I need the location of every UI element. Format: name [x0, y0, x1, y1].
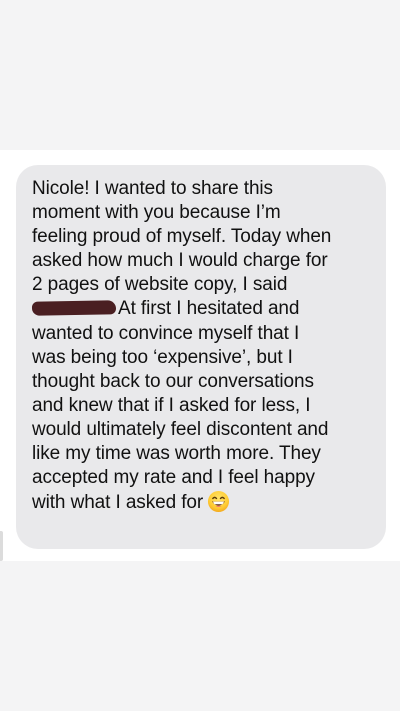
redacted-amount-mark — [31, 300, 117, 317]
message-line: asked how much I would charge for — [32, 250, 328, 272]
message-screen: Nicole! I wanted to share this moment wi… — [0, 150, 400, 561]
received-message-bubble[interactable]: Nicole! I wanted to share this moment wi… — [16, 165, 386, 549]
message-line: At first I hesitated and — [118, 298, 300, 320]
screen-edge-indicator — [0, 531, 3, 561]
message-line: 2 pages of website copy, I said — [32, 274, 288, 296]
message-line: like my time was worth more. They — [32, 443, 321, 465]
message-text: Nicole! I wanted to share this moment wi… — [31, 177, 368, 515]
message-line: wanted to convince myself that I — [32, 322, 300, 344]
message-line: moment with you because I’m — [32, 202, 281, 224]
message-line: feeling proud of myself. Today when — [32, 226, 332, 248]
grinning-face-icon — [207, 490, 230, 513]
message-line: would ultimately feel discontent and — [32, 418, 329, 440]
message-line: with what I asked for — [32, 492, 204, 514]
message-line: was being too ‘expensive’, but I — [32, 346, 293, 368]
message-line: thought back to our conversations — [32, 370, 314, 392]
message-line: Nicole! I wanted to share this — [32, 178, 273, 199]
message-line-with-redaction: At first I hesitated and — [31, 297, 368, 321]
message-line-with-emoji: with what I asked for — [32, 490, 368, 515]
message-line: accepted my rate and I feel happy — [32, 467, 315, 489]
message-line: and knew that if I asked for less, I — [32, 394, 311, 416]
